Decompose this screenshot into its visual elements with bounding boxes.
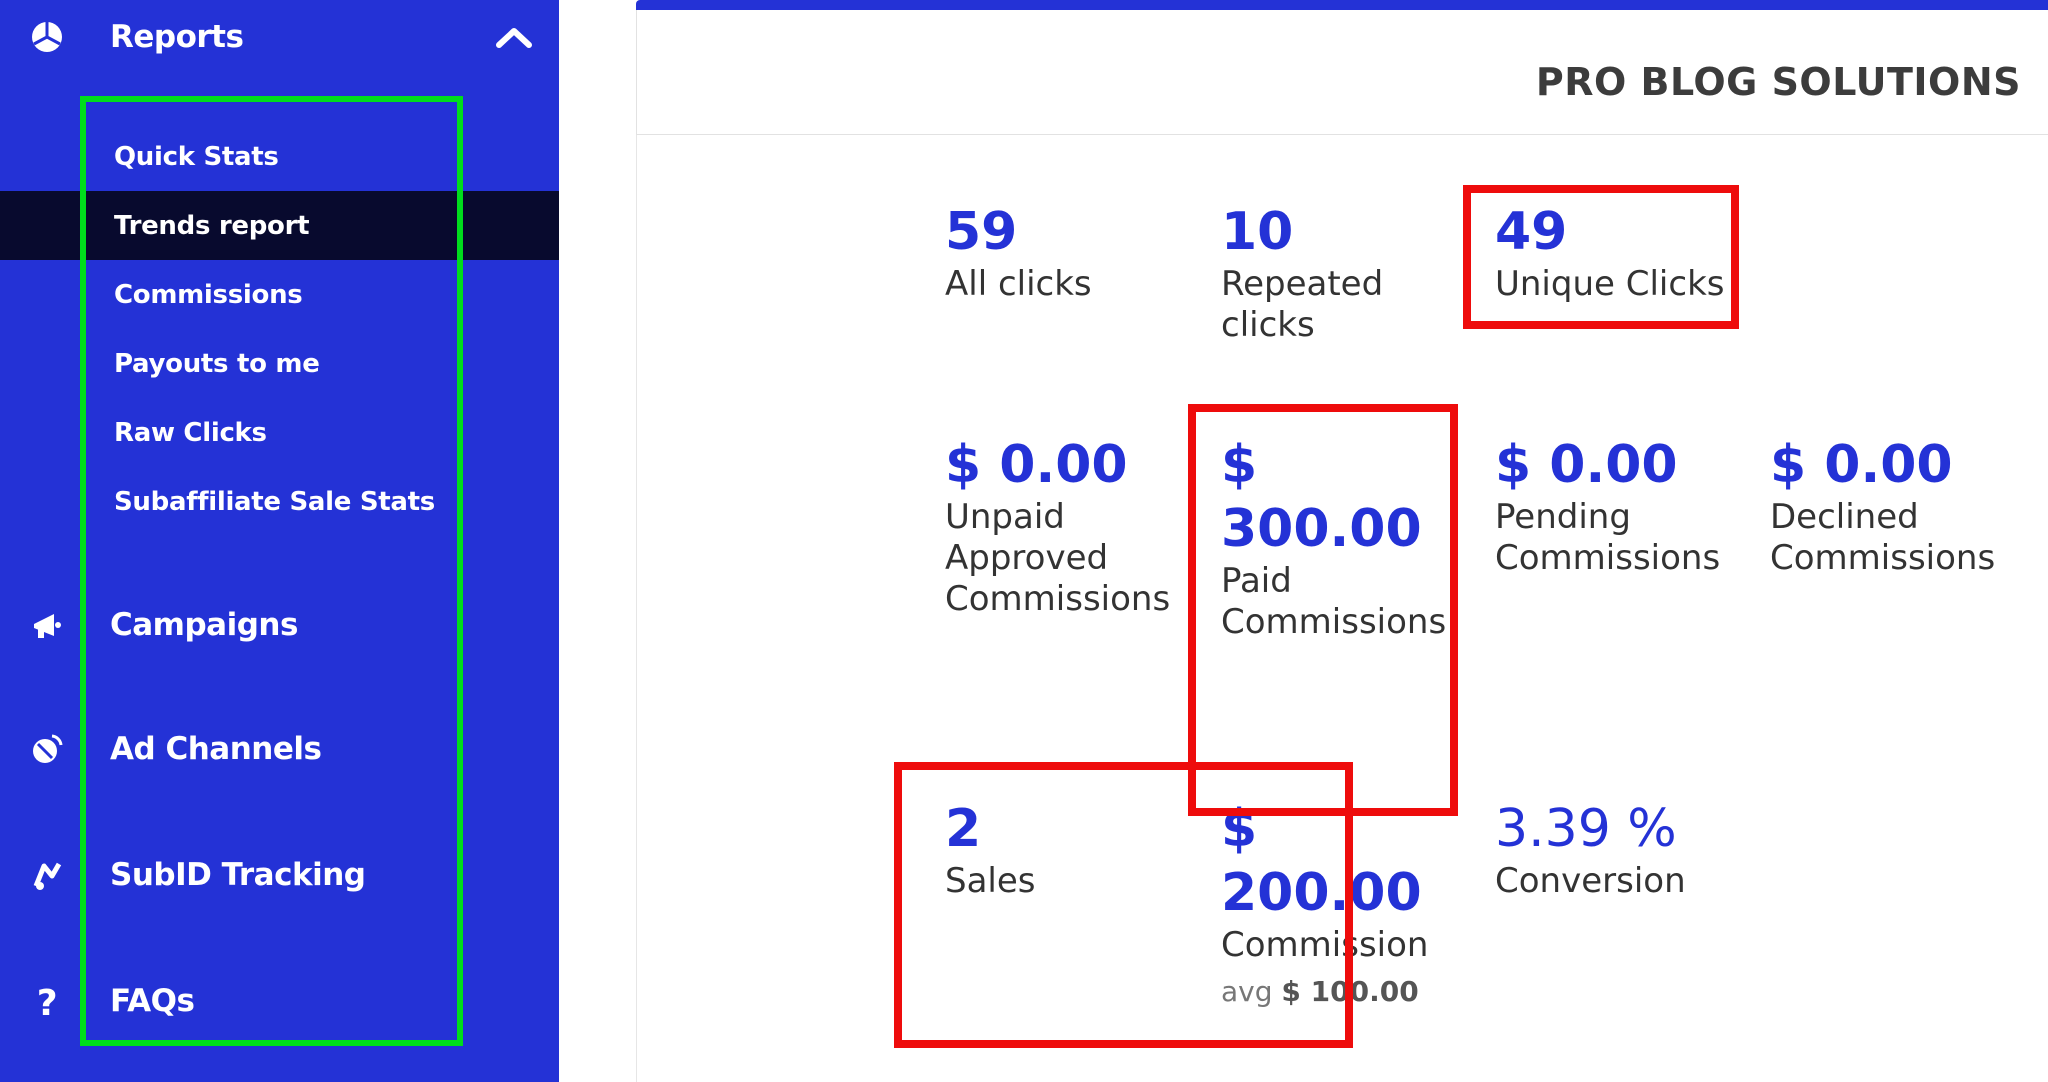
stat-value: $ 0.00 <box>945 435 1128 495</box>
svg-text:?: ? <box>37 983 57 1020</box>
stat-pending: $ 0.00 Pending Commissions <box>1495 433 1735 579</box>
pie-chart-icon <box>28 18 66 56</box>
tracking-icon <box>28 856 66 894</box>
stat-unpaid-approved: $ 0.00 Unpaid Approved Commissions <box>945 433 1171 620</box>
chevron-up-icon[interactable] <box>494 22 534 60</box>
highlight-box-green <box>80 96 463 1046</box>
stat-conversion: 3.39 % Conversion <box>1495 797 1735 902</box>
stat-label: Declined Commissions <box>1770 497 1996 578</box>
sidebar-item-label: Reports <box>110 19 244 55</box>
top-accent-bar <box>636 0 2048 10</box>
page-title: PRO BLOG SOLUTIONS <box>1535 60 2021 104</box>
sidebar-item-reports[interactable]: Reports <box>0 2 559 72</box>
page-header: PRO BLOG SOLUTIONS <box>636 10 2048 135</box>
highlight-box-red <box>1463 185 1739 329</box>
stat-label: Repeated clicks <box>1221 264 1384 345</box>
stat-all-clicks: 59 All clicks <box>945 200 1185 305</box>
stat-label: Conversion <box>1495 861 1686 901</box>
highlight-box-red <box>1188 404 1458 816</box>
satellite-dish-icon <box>28 730 66 768</box>
megaphone-icon <box>28 606 66 644</box>
stat-value: 59 <box>945 202 1018 262</box>
stat-value: 10 <box>1221 202 1294 262</box>
stat-label: Pending Commissions <box>1495 497 1721 578</box>
stat-declined: $ 0.00 Declined Commissions <box>1770 433 2010 579</box>
sidebar: Reports Quick Stats Trends report Commis… <box>0 0 559 1082</box>
question-icon: ? <box>28 982 66 1024</box>
stat-label: Unpaid Approved Commissions <box>945 497 1171 619</box>
stat-value: 3.39 % <box>1495 799 1677 859</box>
stats-panel: 59 All clicks 10 Repeated clicks 49 Uniq… <box>636 135 2048 1082</box>
stat-value: $ 0.00 <box>1495 435 1678 495</box>
highlight-box-red <box>894 762 1353 1048</box>
stat-label: All clicks <box>945 264 1092 304</box>
stat-value: $ 0.00 <box>1770 435 1953 495</box>
stat-repeated-clicks: 10 Repeated clicks <box>1221 200 1421 346</box>
